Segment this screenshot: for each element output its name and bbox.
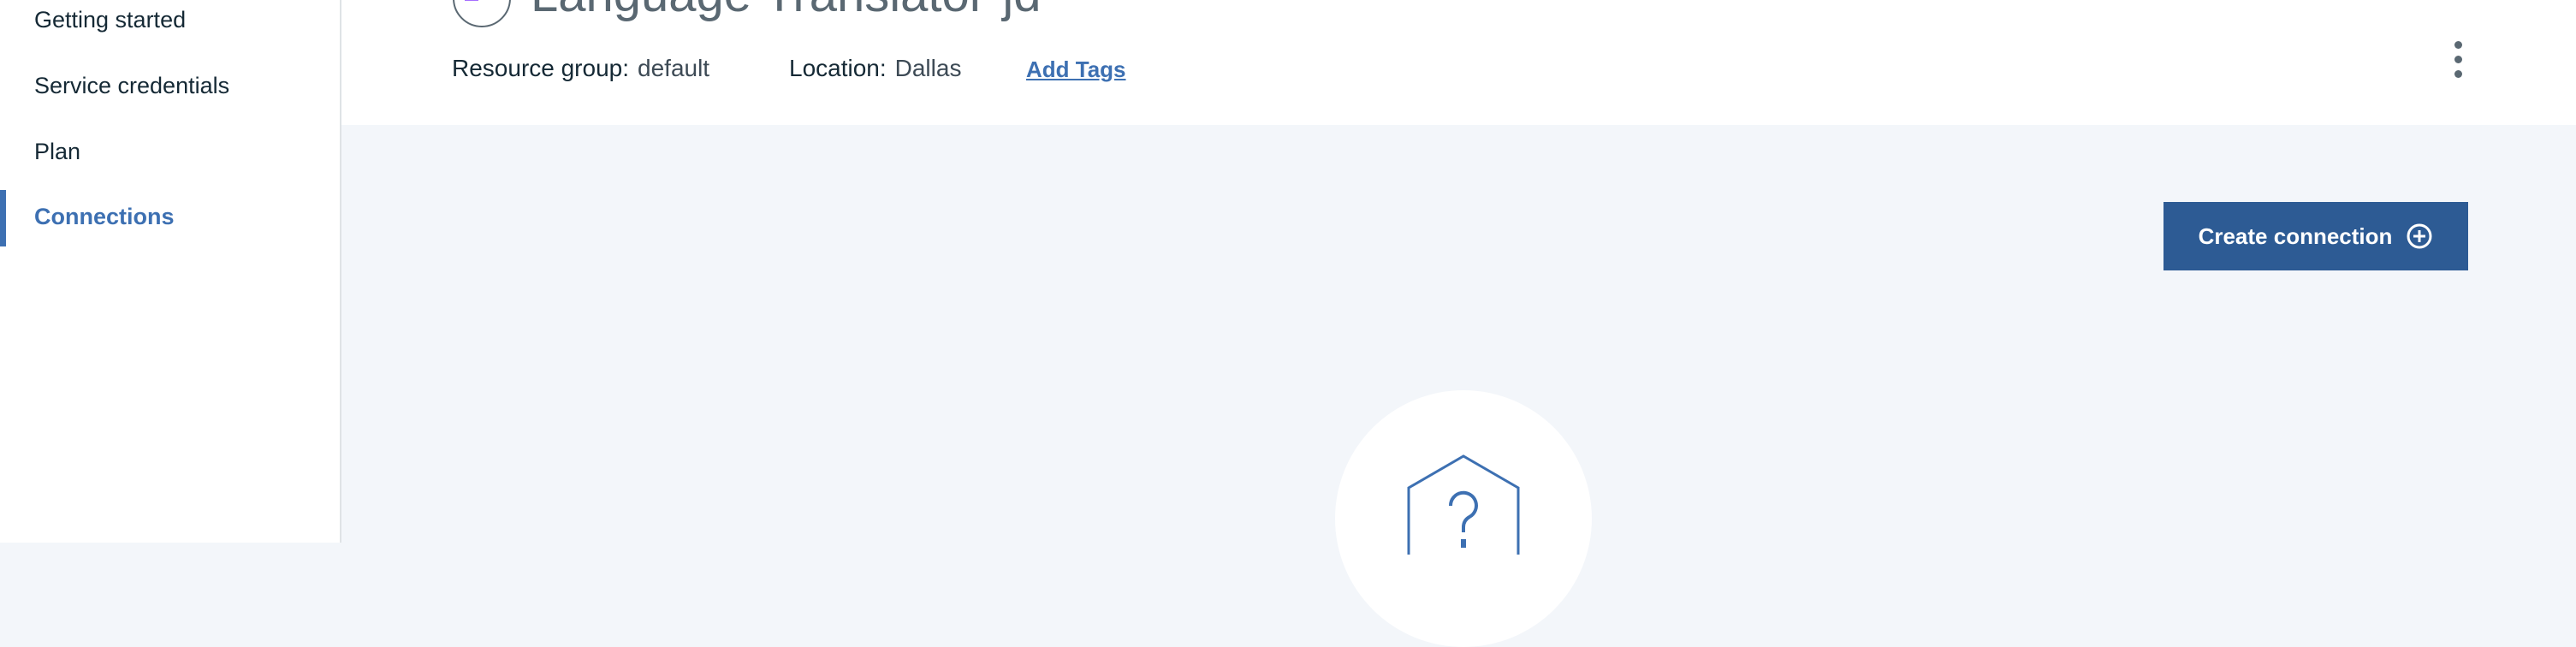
sidebar-item-service-credentials[interactable]: Service credentials [34, 73, 229, 99]
active-indicator [0, 190, 6, 246]
add-tags-link[interactable]: Add Tags [1026, 56, 1126, 83]
resource-group-value: default [638, 55, 710, 81]
location-label: Location: [789, 55, 887, 81]
location: Location: Dallas [789, 55, 961, 82]
sidebar: Getting started Service credentials Plan… [0, 0, 341, 543]
sidebar-item-plan[interactable]: Plan [34, 139, 80, 165]
sidebar-item-connections[interactable]: Connections [34, 204, 175, 230]
page-title: Language Translator-jd [531, 0, 1042, 23]
language-translator-icon [453, 0, 511, 27]
location-value: Dallas [894, 55, 962, 81]
resource-group-label: Resource group: [452, 55, 630, 81]
question-hexagon-icon [1407, 454, 1520, 555]
sidebar-item-getting-started[interactable]: Getting started [34, 7, 186, 33]
resource-group: Resource group: default [452, 55, 709, 82]
overflow-menu-vertical-icon[interactable] [2448, 41, 2468, 84]
add-circle-icon [2407, 223, 2432, 249]
create-connection-label: Create connection [2198, 223, 2393, 249]
create-connection-button[interactable]: Create connection [2163, 202, 2468, 270]
